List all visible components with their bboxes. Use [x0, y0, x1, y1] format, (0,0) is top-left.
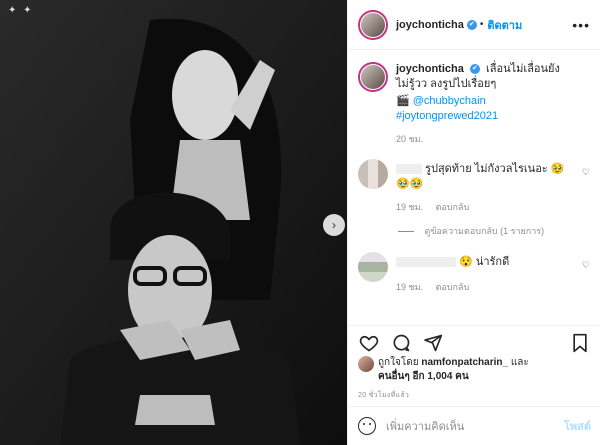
camera-credit: 🎬 @chubbychain — [396, 94, 566, 109]
comment-meta: 19 ชม. ตอบกลับ — [396, 280, 576, 294]
comment-emoji: 😯 — [459, 256, 473, 268]
instagram-post-modal: ✦ ✦ › joychonticha ✔ • ติดตาม ••• joycho… — [0, 0, 600, 445]
commenter-username-blurred[interactable] — [396, 257, 456, 268]
photo-illustration — [0, 0, 347, 445]
post-photo[interactable]: ✦ ✦ — [0, 0, 347, 445]
comment-meta: 19 ชม. ตอบกลับ — [396, 200, 576, 214]
comment-line: 😯 น่ารักดี — [396, 252, 576, 270]
liker-username[interactable]: namfonpatcharin_ — [421, 357, 508, 368]
caption-body: joychonticha ✔ เลื่อนไม่เลื่อนยังไม่รู้ว… — [396, 62, 566, 147]
next-photo-button[interactable]: › — [323, 214, 345, 236]
comment-emoji: 🥹 — [550, 163, 565, 175]
author-avatar[interactable] — [358, 9, 388, 40]
action-bar — [348, 325, 600, 359]
view-replies-label: ดูข้อความตอบกลับ (1 รายการ) — [424, 226, 545, 236]
caption-avatar[interactable] — [358, 62, 388, 92]
comment-text: น่ารักดี — [475, 256, 510, 268]
hashtag-link[interactable]: #joytongprewed2021 — [396, 109, 566, 124]
caption-time: 20 ชม. — [396, 134, 424, 144]
post-details-panel: joychonticha ✔ • ติดตาม ••• joychonticha… — [347, 0, 600, 445]
camera-mention-link[interactable]: @chubbychain — [413, 95, 486, 107]
post-header: joychonticha ✔ • ติดตาม ••• — [348, 0, 600, 50]
comment-emoji-line: 🥹🥹 — [396, 178, 424, 190]
likes-prefix: ถูกใจโดย — [378, 357, 419, 368]
comment-like-heart-icon[interactable]: ♡ — [582, 260, 590, 294]
verified-badge-icon: ✔ — [466, 19, 477, 30]
header-separator: • — [479, 19, 484, 30]
comment-body: รูปสุดท้าย ไม่กังวลไรเนอะ 🥹 🥹🥹 19 ชม. ตอ… — [396, 159, 576, 214]
liker-avatar[interactable] — [358, 356, 374, 372]
comment-text: รูปสุดท้าย ไม่กังวลไรเนอะ — [425, 163, 548, 175]
comment-time: 19 ชม. — [396, 202, 424, 212]
comment-body: 😯 น่ารักดี 19 ชม. ตอบกลับ — [396, 252, 576, 294]
like-heart-icon[interactable] — [358, 332, 380, 354]
author-username[interactable]: joychonticha — [396, 19, 464, 31]
likes-and: และ — [510, 357, 529, 368]
comment-item: 😯 น่ารักดี 19 ชม. ตอบกลับ ♡ — [348, 252, 600, 294]
commenter-avatar[interactable] — [358, 159, 388, 189]
save-bookmark-icon[interactable] — [569, 332, 591, 354]
follow-button[interactable]: ติดตาม — [487, 16, 522, 34]
commenter-username-blurred[interactable] — [396, 164, 422, 175]
replies-line — [398, 231, 414, 233]
share-send-icon[interactable] — [422, 332, 444, 354]
verified-badge-icon: ✔ — [469, 64, 480, 75]
reply-button[interactable]: ตอบกลับ — [436, 282, 470, 292]
comment-time: 19 ชม. — [396, 282, 424, 292]
add-comment-bar: เพิ่มความคิดเห็น โพสต์ — [348, 406, 600, 445]
likes-text: ถูกใจโดย namfonpatcharin_ และ คนอื่นๆ อี… — [378, 356, 578, 384]
likes-count-link[interactable]: คนอื่นๆ อีก 1,004 คน — [378, 370, 578, 384]
photo-corner-icons: ✦ ✦ — [8, 5, 34, 16]
comment-input[interactable]: เพิ่มความคิดเห็น — [386, 417, 464, 435]
comment-item: รูปสุดท้าย ไม่กังวลไรเนอะ 🥹 🥹🥹 19 ชม. ตอ… — [348, 159, 600, 214]
emoji-picker-icon[interactable] — [358, 417, 376, 435]
comment-like-heart-icon[interactable]: ♡ — [582, 167, 590, 214]
caption-username[interactable]: joychonticha — [396, 63, 464, 75]
posted-time: 20 ชั่วโมงที่แล้ว — [358, 392, 410, 399]
post-comment-button[interactable]: โพสต์ — [564, 417, 591, 435]
comment-bubble-icon[interactable] — [390, 332, 412, 354]
commenter-avatar[interactable] — [358, 252, 388, 282]
reply-button[interactable]: ตอบกลับ — [436, 202, 470, 212]
view-replies-button[interactable]: ดูข้อความตอบกลับ (1 รายการ) — [348, 224, 600, 238]
comment-line: รูปสุดท้าย ไม่กังวลไรเนอะ 🥹 — [396, 159, 576, 177]
camera-icon: 🎬 — [396, 95, 410, 107]
chevron-right-icon: › — [332, 218, 336, 232]
likes-summary: ถูกใจโดย namfonpatcharin_ และ คนอื่นๆ อี… — [358, 356, 578, 384]
more-options-icon[interactable]: ••• — [572, 17, 590, 33]
caption: joychonticha ✔ เลื่อนไม่เลื่อนยังไม่รู้ว… — [348, 50, 600, 147]
